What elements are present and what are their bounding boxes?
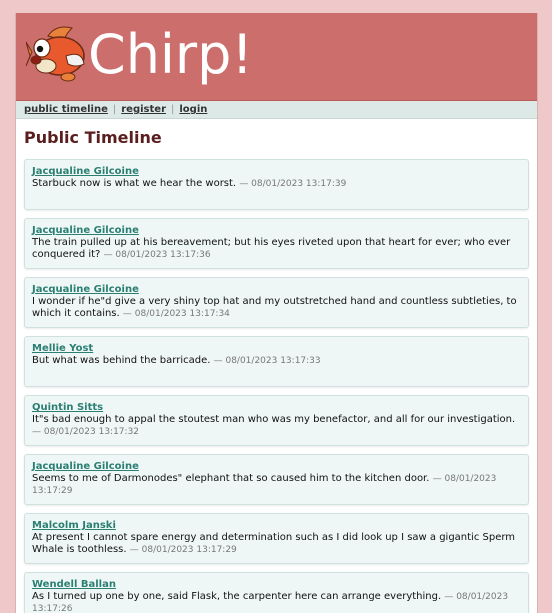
message-timestamp: — 08/01/2023 13:17:34: [122, 309, 230, 319]
message-author-link[interactable]: Mellie Yost: [32, 343, 521, 355]
nav-separator: |: [171, 104, 175, 115]
message-author-link[interactable]: Wendell Ballan: [32, 579, 521, 591]
message-item: Malcolm Janski At present I cannot spare…: [24, 513, 529, 564]
nav-link-register[interactable]: register: [121, 104, 166, 115]
message-text: At present I cannot spare energy and det…: [32, 532, 516, 555]
message-text: I wonder if he"d give a very shiny top h…: [32, 296, 517, 319]
message-item: Jacqualine Gilcoine The train pulled up …: [24, 218, 529, 269]
message-author-link[interactable]: Jacqualine Gilcoine: [32, 166, 521, 178]
nav-link-login[interactable]: login: [179, 104, 207, 115]
message-author-link[interactable]: Quintin Sitts: [32, 402, 521, 414]
message-timestamp: — 08/01/2023 13:17:39: [239, 179, 347, 189]
message-timestamp: — 08/01/2023 13:17:36: [103, 250, 211, 260]
message-text: But what was behind the barricade.: [32, 355, 211, 366]
nav-link-public-timeline[interactable]: public timeline: [24, 104, 108, 115]
message-author-link[interactable]: Malcolm Janski: [32, 520, 521, 532]
message-timestamp: — 08/01/2023 13:17:32: [32, 427, 140, 437]
message-author-link[interactable]: Jacqualine Gilcoine: [32, 461, 521, 473]
nav-bar: public timeline | register | login: [16, 101, 537, 119]
header-banner: Chirp!: [16, 13, 537, 101]
message-item: Quintin Sitts It"s bad enough to appal t…: [24, 395, 529, 446]
message-item: Jacqualine Gilcoine Starbuck now is what…: [24, 159, 529, 210]
message-text: As I turned up one by one, said Flask, t…: [32, 591, 442, 602]
message-item: Jacqualine Gilcoine Seems to me of Darmo…: [24, 454, 529, 505]
message-author-link[interactable]: Jacqualine Gilcoine: [32, 284, 521, 296]
message-item: Wendell Ballan As I turned up one by one…: [24, 572, 529, 613]
site-title: Chirp!: [88, 23, 254, 86]
message-text: Seems to me of Darmonodes" elephant that…: [32, 473, 430, 484]
nav-separator: |: [112, 104, 117, 115]
bird-logo-icon: [26, 26, 85, 82]
message-item: Mellie Yost But what was behind the barr…: [24, 336, 529, 387]
main-content: Public Timeline Jacqualine Gilcoine Star…: [16, 128, 537, 613]
message-text: Starbuck now is what we hear the worst.: [32, 178, 237, 189]
message-timestamp: — 08/01/2023 13:17:33: [213, 356, 321, 366]
page-container: Chirp! public timeline | register | login Pu…: [15, 13, 538, 613]
message-item: Jacqualine Gilcoine I wonder if he"d giv…: [24, 277, 529, 328]
message-author-link[interactable]: Jacqualine Gilcoine: [32, 225, 521, 237]
message-list: Jacqualine Gilcoine Starbuck now is what…: [24, 159, 529, 613]
message-text: It"s bad enough to appal the stoutest ma…: [32, 414, 516, 425]
page-heading: Public Timeline: [24, 128, 162, 147]
message-timestamp: — 08/01/2023 13:17:29: [129, 545, 237, 555]
